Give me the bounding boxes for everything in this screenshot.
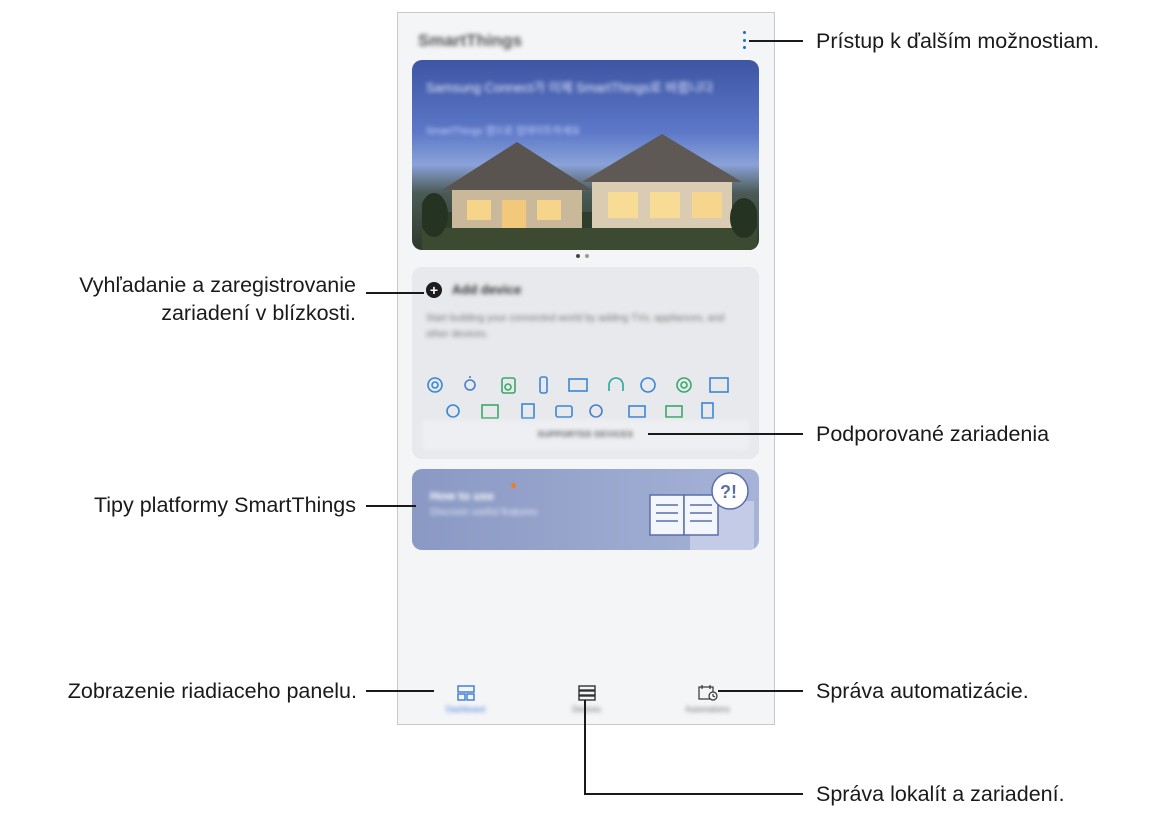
callout-line-add-device	[366, 292, 424, 294]
tips-subtitle: Discover useful features	[430, 507, 538, 518]
callout-line-more-options	[749, 40, 803, 42]
callout-line-tips	[366, 505, 416, 507]
banner-title: Samsung Connect가 이제 SmartThings로 바뀝니다	[426, 80, 714, 95]
automation-calendar-icon	[697, 685, 718, 701]
callout-supported-devices: Podporované zariadenia	[816, 422, 1050, 446]
how-to-use-card[interactable]: How to use Discover useful features ?!	[412, 469, 759, 550]
plus-circle-icon[interactable]: +	[426, 282, 442, 298]
banner-subtitle: SmartThings 앱으로 업데이트하세요	[426, 126, 581, 137]
callout-locations: Správa lokalít a zariadení.	[816, 782, 1065, 806]
svg-text:?!: ?!	[720, 482, 737, 502]
callout-tips: Tipy platformy SmartThings	[93, 493, 356, 517]
devices-list-icon	[577, 685, 596, 701]
callout-find-devices-line1: Vyhľadanie a zaregistrovanie	[79, 273, 356, 297]
tab-devices-label: Devices	[572, 705, 601, 714]
tips-title: How to use	[430, 489, 495, 503]
callout-line-devices-vertical	[584, 700, 586, 794]
dashboard-icon	[456, 685, 475, 701]
callout-automation: Správa automatizácie.	[816, 679, 1029, 703]
callout-find-devices-line2: zariadení v blízkosti.	[161, 301, 356, 325]
device-type-icons	[427, 376, 729, 419]
tab-dashboard-label: Dashboard	[445, 705, 486, 714]
help-book-icon: ?!	[649, 472, 754, 550]
page-dot-active	[576, 254, 580, 258]
add-device-description: Start building your connected world by a…	[426, 313, 725, 340]
add-device-title[interactable]: Add device	[452, 282, 521, 297]
tab-automations-label: Automations	[685, 705, 730, 714]
promo-banner[interactable]: Samsung Connect가 이제 SmartThings로 바뀝니다 Sm…	[412, 60, 759, 250]
page-dot	[585, 254, 589, 258]
add-device-card: + Add device Start building your connect…	[412, 267, 759, 459]
callout-line-supported	[648, 433, 803, 435]
tab-devices[interactable]: Devices	[524, 685, 649, 714]
new-badge	[511, 483, 516, 488]
banner-page-indicator	[576, 254, 589, 258]
supported-devices-button[interactable]: SUPPORTED DEVICES	[422, 420, 749, 450]
bottom-navigation: Dashboard Devices Automations	[398, 677, 774, 724]
app-title: SmartThings	[418, 31, 522, 50]
house-image	[422, 134, 757, 250]
callout-more-options: Prístup k ďalším možnostiam.	[816, 29, 1100, 53]
callout-line-dashboard	[366, 690, 434, 692]
callout-line-devices-horizontal	[584, 793, 803, 795]
more-options-icon[interactable]	[740, 31, 748, 49]
callout-line-automation	[718, 690, 803, 692]
callout-dashboard: Zobrazenie riadiaceho panelu.	[67, 679, 357, 703]
phone-screen: SmartThings Samsung Connect가 이제 SmartThi…	[397, 12, 775, 725]
